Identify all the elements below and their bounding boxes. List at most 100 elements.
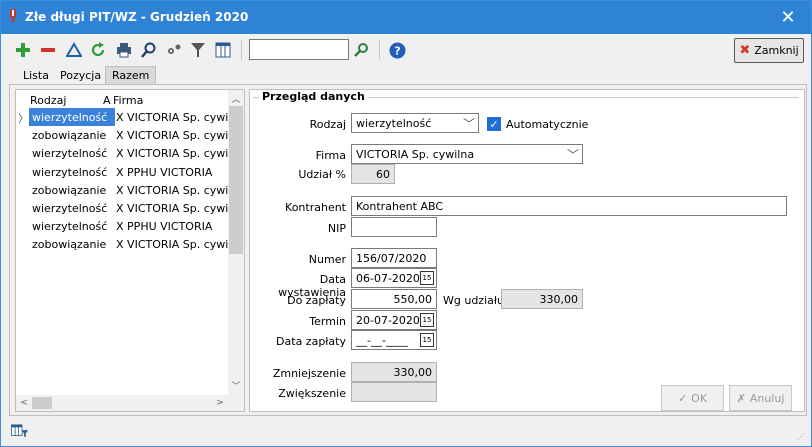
toolbar-separator — [241, 40, 242, 60]
scroll-left-icon[interactable]: < — [16, 395, 32, 411]
table-row[interactable]: 〉 wierzytelność X VICTORIA Sp. cywilna — [16, 108, 228, 126]
calendar-icon[interactable]: 15 — [420, 313, 434, 327]
cell-rodzaj: zobowiązanie — [32, 238, 107, 252]
cell-a: X — [116, 201, 124, 215]
numer-field[interactable]: 156/07/2020 — [351, 248, 437, 268]
cell-firma: X VICTORIA Sp. cywilna — [116, 238, 228, 251]
tab-lista[interactable]: Lista — [17, 67, 55, 85]
firma-value: VICTORIA Sp. cywilna — [356, 148, 475, 161]
table-row[interactable]: wierzytelność X VICTORIA Sp. cywilna — [16, 199, 228, 217]
search-input[interactable] — [249, 39, 349, 60]
grid-filter-icon[interactable] — [11, 423, 29, 439]
table-row[interactable]: wierzytelność X VICTORIA Sp. cywilna — [16, 144, 228, 162]
scroll-right-icon[interactable]: > — [212, 395, 228, 411]
table-row[interactable]: zobowiązanie X VICTORIA Sp. cywilna — [16, 181, 228, 199]
cell-a: X — [116, 238, 124, 252]
refresh-button[interactable] — [88, 40, 108, 60]
kontrahent-label: Kontrahent — [285, 201, 346, 214]
checkmark-icon: ✓ — [489, 118, 499, 131]
cell-firma: X VICTORIA Sp. cywilna — [116, 111, 228, 124]
termin-field[interactable]: 20-07-2020 15 — [351, 310, 437, 330]
do-zaplaty-field[interactable]: 550,00 — [351, 289, 437, 309]
add-button[interactable] — [13, 40, 33, 60]
cell-firma: X PPHU VICTORIA — [116, 166, 228, 179]
search-button[interactable] — [139, 40, 159, 60]
cell-firma: X VICTORIA Sp. cywilna — [116, 184, 228, 197]
columns-button[interactable] — [213, 40, 233, 60]
refresh-icon — [91, 42, 105, 57]
table-row[interactable]: wierzytelność X PPHU VICTORIA — [16, 163, 228, 181]
column-header-rodzaj[interactable]: Rodzaj — [30, 94, 66, 107]
automatycznie-checkbox[interactable]: ✓ — [487, 117, 501, 131]
checkmark-icon: ✓ — [677, 391, 688, 405]
add-icon — [16, 43, 30, 57]
cell-firma: X PPHU VICTORIA — [116, 220, 228, 233]
filter-button[interactable] — [188, 40, 208, 60]
horizontal-scrollbar[interactable]: < > — [16, 395, 244, 411]
calendar-icon[interactable]: 15 — [420, 333, 434, 347]
table-row[interactable]: zobowiązanie X VICTORIA Sp. cywilna — [16, 235, 228, 253]
delete-button[interactable] — [38, 40, 58, 60]
do-zaplaty-label: Do zapłaty — [287, 294, 346, 307]
cancel-icon: ✗ — [736, 391, 746, 405]
column-header-a[interactable]: A — [103, 94, 111, 107]
cancel-button[interactable]: ✗ Anuluj — [729, 385, 792, 411]
data-zaplaty-field[interactable]: __-__-____ 15 — [351, 330, 437, 350]
rodzaj-select[interactable]: wierzytelność ﹀ — [351, 113, 479, 133]
table-row[interactable]: wierzytelność X PPHU VICTORIA — [16, 217, 228, 235]
rodzaj-value: wierzytelność — [356, 117, 432, 130]
main-window: Złe długi PIT/WZ - Grudzień 2020 ✕ ? ✖ Z… — [0, 0, 812, 447]
vertical-scroll-thumb[interactable] — [229, 106, 243, 254]
toolbar: ? ✖ Zamknij — [1, 34, 811, 66]
cell-a: X — [116, 147, 124, 161]
calendar-icon[interactable]: 15 — [420, 271, 434, 285]
firma-label: Firma — [315, 149, 346, 162]
wg-udzialu-field: 330,00 — [501, 289, 583, 309]
scroll-down-icon[interactable]: ﹀ — [228, 379, 244, 395]
data-wystawienia-field[interactable]: 06-07-2020 15 — [351, 268, 437, 288]
cell-rodzaj: zobowiązanie — [32, 129, 107, 143]
numer-label: Numer — [308, 253, 346, 266]
firma-select[interactable]: VICTORIA Sp. cywilna ﹀ — [351, 144, 583, 164]
cell-firma: X VICTORIA Sp. cywilna — [116, 202, 228, 215]
zwiekszenie-label: Zwiększenie — [278, 387, 346, 400]
cell-rodzaj: wierzytelność — [32, 165, 108, 179]
print-button[interactable] — [114, 40, 134, 60]
list-header: Rodzaj A Firma — [16, 90, 228, 110]
tab-pozycja[interactable]: Pozycja — [54, 67, 107, 85]
tab-razem[interactable]: Razem — [105, 66, 157, 85]
settings-button[interactable] — [164, 40, 184, 60]
close-icon: ✕ — [780, 7, 796, 28]
cell-firma-name: VICTORIA Sp. cywilna — [127, 129, 228, 143]
cell-a: X — [116, 220, 124, 234]
vertical-scrollbar[interactable]: ︿ ﹀ — [228, 90, 244, 395]
termin-value: 20-07-2020 — [356, 314, 420, 327]
column-header-firma[interactable]: Firma — [113, 94, 143, 107]
list-rows: 〉 wierzytelność X VICTORIA Sp. cywilna z… — [16, 108, 228, 254]
help-icon: ? — [389, 42, 405, 58]
cell-a: X — [116, 111, 124, 124]
help-button[interactable]: ? — [387, 40, 407, 60]
ok-label: OK — [691, 391, 708, 405]
delete-icon — [41, 48, 55, 52]
edit-icon — [66, 42, 82, 57]
zmniejszenie-field: 330,00 — [351, 362, 437, 382]
window-close-button[interactable]: ✕ — [765, 1, 811, 34]
ok-button[interactable]: ✓ OK — [661, 385, 724, 411]
automatycznie-label: Automatycznie — [506, 118, 589, 131]
cell-firma-name: VICTORIA Sp. cywilna — [127, 147, 228, 161]
kontrahent-field[interactable]: Kontrahent ABC — [351, 196, 787, 216]
close-window-button[interactable]: ✖ Zamknij — [734, 38, 804, 63]
cell-rodzaj: zobowiązanie — [32, 183, 107, 197]
table-row[interactable]: zobowiązanie X VICTORIA Sp. cywilna — [16, 126, 228, 144]
cell-firma-name: PPHU VICTORIA — [127, 220, 213, 234]
horizontal-scroll-thumb[interactable] — [32, 397, 52, 409]
nip-field[interactable] — [351, 217, 437, 237]
search-go-button[interactable] — [351, 40, 371, 60]
close-icon: ✖ — [739, 43, 751, 58]
udzial-field: 60 — [351, 164, 395, 184]
status-bar: ⋰ — [1, 419, 811, 447]
resize-grip-icon[interactable]: ⋰ — [797, 432, 805, 441]
cell-a: X — [116, 129, 124, 143]
edit-button[interactable] — [64, 40, 84, 60]
